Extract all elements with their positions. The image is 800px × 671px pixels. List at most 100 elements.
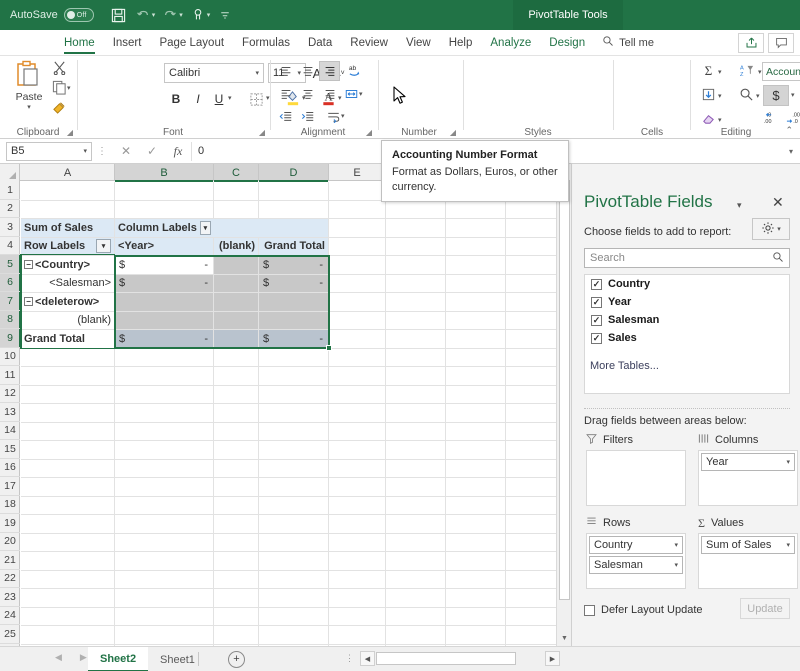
column-labels-filter-icon[interactable]: ▾ [200, 221, 211, 235]
cell-empty[interactable] [446, 367, 506, 386]
row-header-17[interactable]: 17 [0, 477, 20, 496]
cell-empty[interactable] [386, 219, 446, 238]
cell-empty[interactable] [21, 441, 115, 460]
tab-view[interactable]: View [397, 30, 440, 56]
row-header-20[interactable]: 20 [0, 533, 20, 552]
cell-empty[interactable] [386, 608, 446, 627]
underline-dropdown-icon[interactable]: ▾ [228, 94, 232, 102]
cell-empty[interactable] [259, 349, 329, 368]
column-header-c[interactable]: C [214, 164, 259, 181]
cell-c5[interactable] [214, 256, 259, 275]
cell-empty[interactable] [329, 626, 386, 645]
tab-review[interactable]: Review [341, 30, 397, 56]
cell-empty[interactable] [21, 460, 115, 479]
cell-empty[interactable] [214, 349, 259, 368]
row-header-19[interactable]: 19 [0, 514, 20, 533]
row-header-18[interactable]: 18 [0, 496, 20, 515]
cell-empty[interactable] [214, 367, 259, 386]
comments-icon[interactable] [768, 33, 794, 53]
cell-empty[interactable] [329, 497, 386, 516]
font-name-dropdown-icon[interactable]: ▾ [255, 69, 259, 77]
confirm-icon[interactable]: ✓ [139, 142, 165, 161]
cell-empty[interactable] [115, 423, 214, 442]
cell-empty[interactable] [115, 497, 214, 516]
accounting-format-dropdown-icon[interactable]: ▾ [791, 91, 795, 99]
cell-b6[interactable]: $ - [115, 275, 214, 294]
cell-empty[interactable] [329, 293, 386, 312]
fill-dropdown-icon[interactable]: ▾ [718, 92, 722, 100]
cell-empty[interactable] [259, 552, 329, 571]
cell-empty[interactable] [214, 404, 259, 423]
bold-button[interactable]: B [166, 88, 186, 110]
cell-empty[interactable] [386, 367, 446, 386]
cell-empty[interactable] [115, 386, 214, 405]
cell-empty[interactable] [214, 571, 259, 590]
tab-design[interactable]: Design [540, 30, 594, 56]
find-select-dropdown-icon[interactable]: ▾ [756, 92, 760, 100]
clipboard-dialog-launcher[interactable]: ◢ [67, 128, 73, 137]
cell-empty[interactable] [214, 441, 259, 460]
align-left-icon[interactable] [275, 84, 296, 104]
cell-empty[interactable] [259, 534, 329, 553]
cell-empty[interactable] [329, 312, 386, 331]
row-header-11[interactable]: 11 [0, 366, 20, 385]
cell-empty[interactable] [21, 608, 115, 627]
cell-empty[interactable] [21, 478, 115, 497]
cell-empty[interactable] [446, 275, 506, 294]
cell-empty[interactable] [214, 608, 259, 627]
formula-bar-grip[interactable]: ⋮ [97, 146, 108, 157]
row-header-9[interactable]: 9 [0, 329, 20, 348]
cell-d4[interactable]: Grand Total [259, 238, 329, 257]
cell-empty[interactable] [329, 275, 386, 294]
cell-empty[interactable] [446, 386, 506, 405]
cell-empty[interactable] [446, 478, 506, 497]
cell-empty[interactable] [329, 423, 386, 442]
cell-empty[interactable] [259, 201, 329, 220]
cell-empty[interactable] [446, 608, 506, 627]
cell-empty[interactable] [446, 312, 506, 331]
cell-b5[interactable]: $ - [115, 256, 214, 275]
undo-icon[interactable] [132, 4, 154, 26]
cell-empty[interactable] [214, 423, 259, 442]
cell-empty[interactable] [214, 552, 259, 571]
row-header-3[interactable]: 3 [0, 218, 20, 237]
cell-empty[interactable] [386, 349, 446, 368]
cell-empty[interactable] [115, 552, 214, 571]
cell-empty[interactable] [259, 182, 329, 201]
worksheet-grid[interactable]: A B C D E 123456789101112131415161718192… [0, 164, 571, 646]
cell-empty[interactable] [329, 608, 386, 627]
row-header-21[interactable]: 21 [0, 551, 20, 570]
cell-d8[interactable] [259, 312, 329, 331]
paste-button[interactable]: Paste ▾ [8, 60, 50, 122]
borders-icon[interactable] [246, 88, 266, 110]
autosum-dropdown-icon[interactable]: ▾ [718, 68, 722, 76]
cell-empty[interactable] [21, 626, 115, 645]
cell-empty[interactable] [115, 367, 214, 386]
cell-empty[interactable] [259, 515, 329, 534]
cell-empty[interactable] [259, 589, 329, 608]
field-checkbox-country[interactable]: ✓ [591, 279, 602, 290]
cell-empty[interactable] [446, 256, 506, 275]
row-header-15[interactable]: 15 [0, 440, 20, 459]
tab-analyze[interactable]: Analyze [481, 30, 540, 56]
pane-settings-dropdown-icon[interactable]: ▾ [777, 225, 781, 233]
cell-empty[interactable] [115, 182, 214, 201]
cell-empty[interactable] [386, 330, 446, 349]
cell-empty[interactable] [329, 219, 386, 238]
row-header-6[interactable]: 6 [0, 274, 20, 293]
chip-salesman-dropdown-icon[interactable]: ▾ [674, 561, 678, 569]
cell-empty[interactable] [214, 201, 259, 220]
field-item-year[interactable]: ✓ Year [585, 293, 789, 311]
cell-c4[interactable]: (blank) [214, 238, 259, 257]
update-button[interactable]: Update [740, 598, 790, 619]
vertical-scrollbar[interactable]: ▲ ▼ [556, 164, 571, 646]
cell-empty[interactable] [21, 534, 115, 553]
defer-layout-update-row[interactable]: Defer Layout Update [584, 604, 703, 616]
cell-empty[interactable] [21, 182, 115, 201]
borders-dropdown-icon[interactable]: ▾ [266, 94, 270, 102]
number-dialog-launcher[interactable]: ◢ [450, 128, 456, 137]
row-header-25[interactable]: 25 [0, 625, 20, 644]
cell-empty[interactable] [21, 349, 115, 368]
chip-year-dropdown-icon[interactable]: ▾ [786, 458, 790, 466]
cell-empty[interactable] [329, 552, 386, 571]
